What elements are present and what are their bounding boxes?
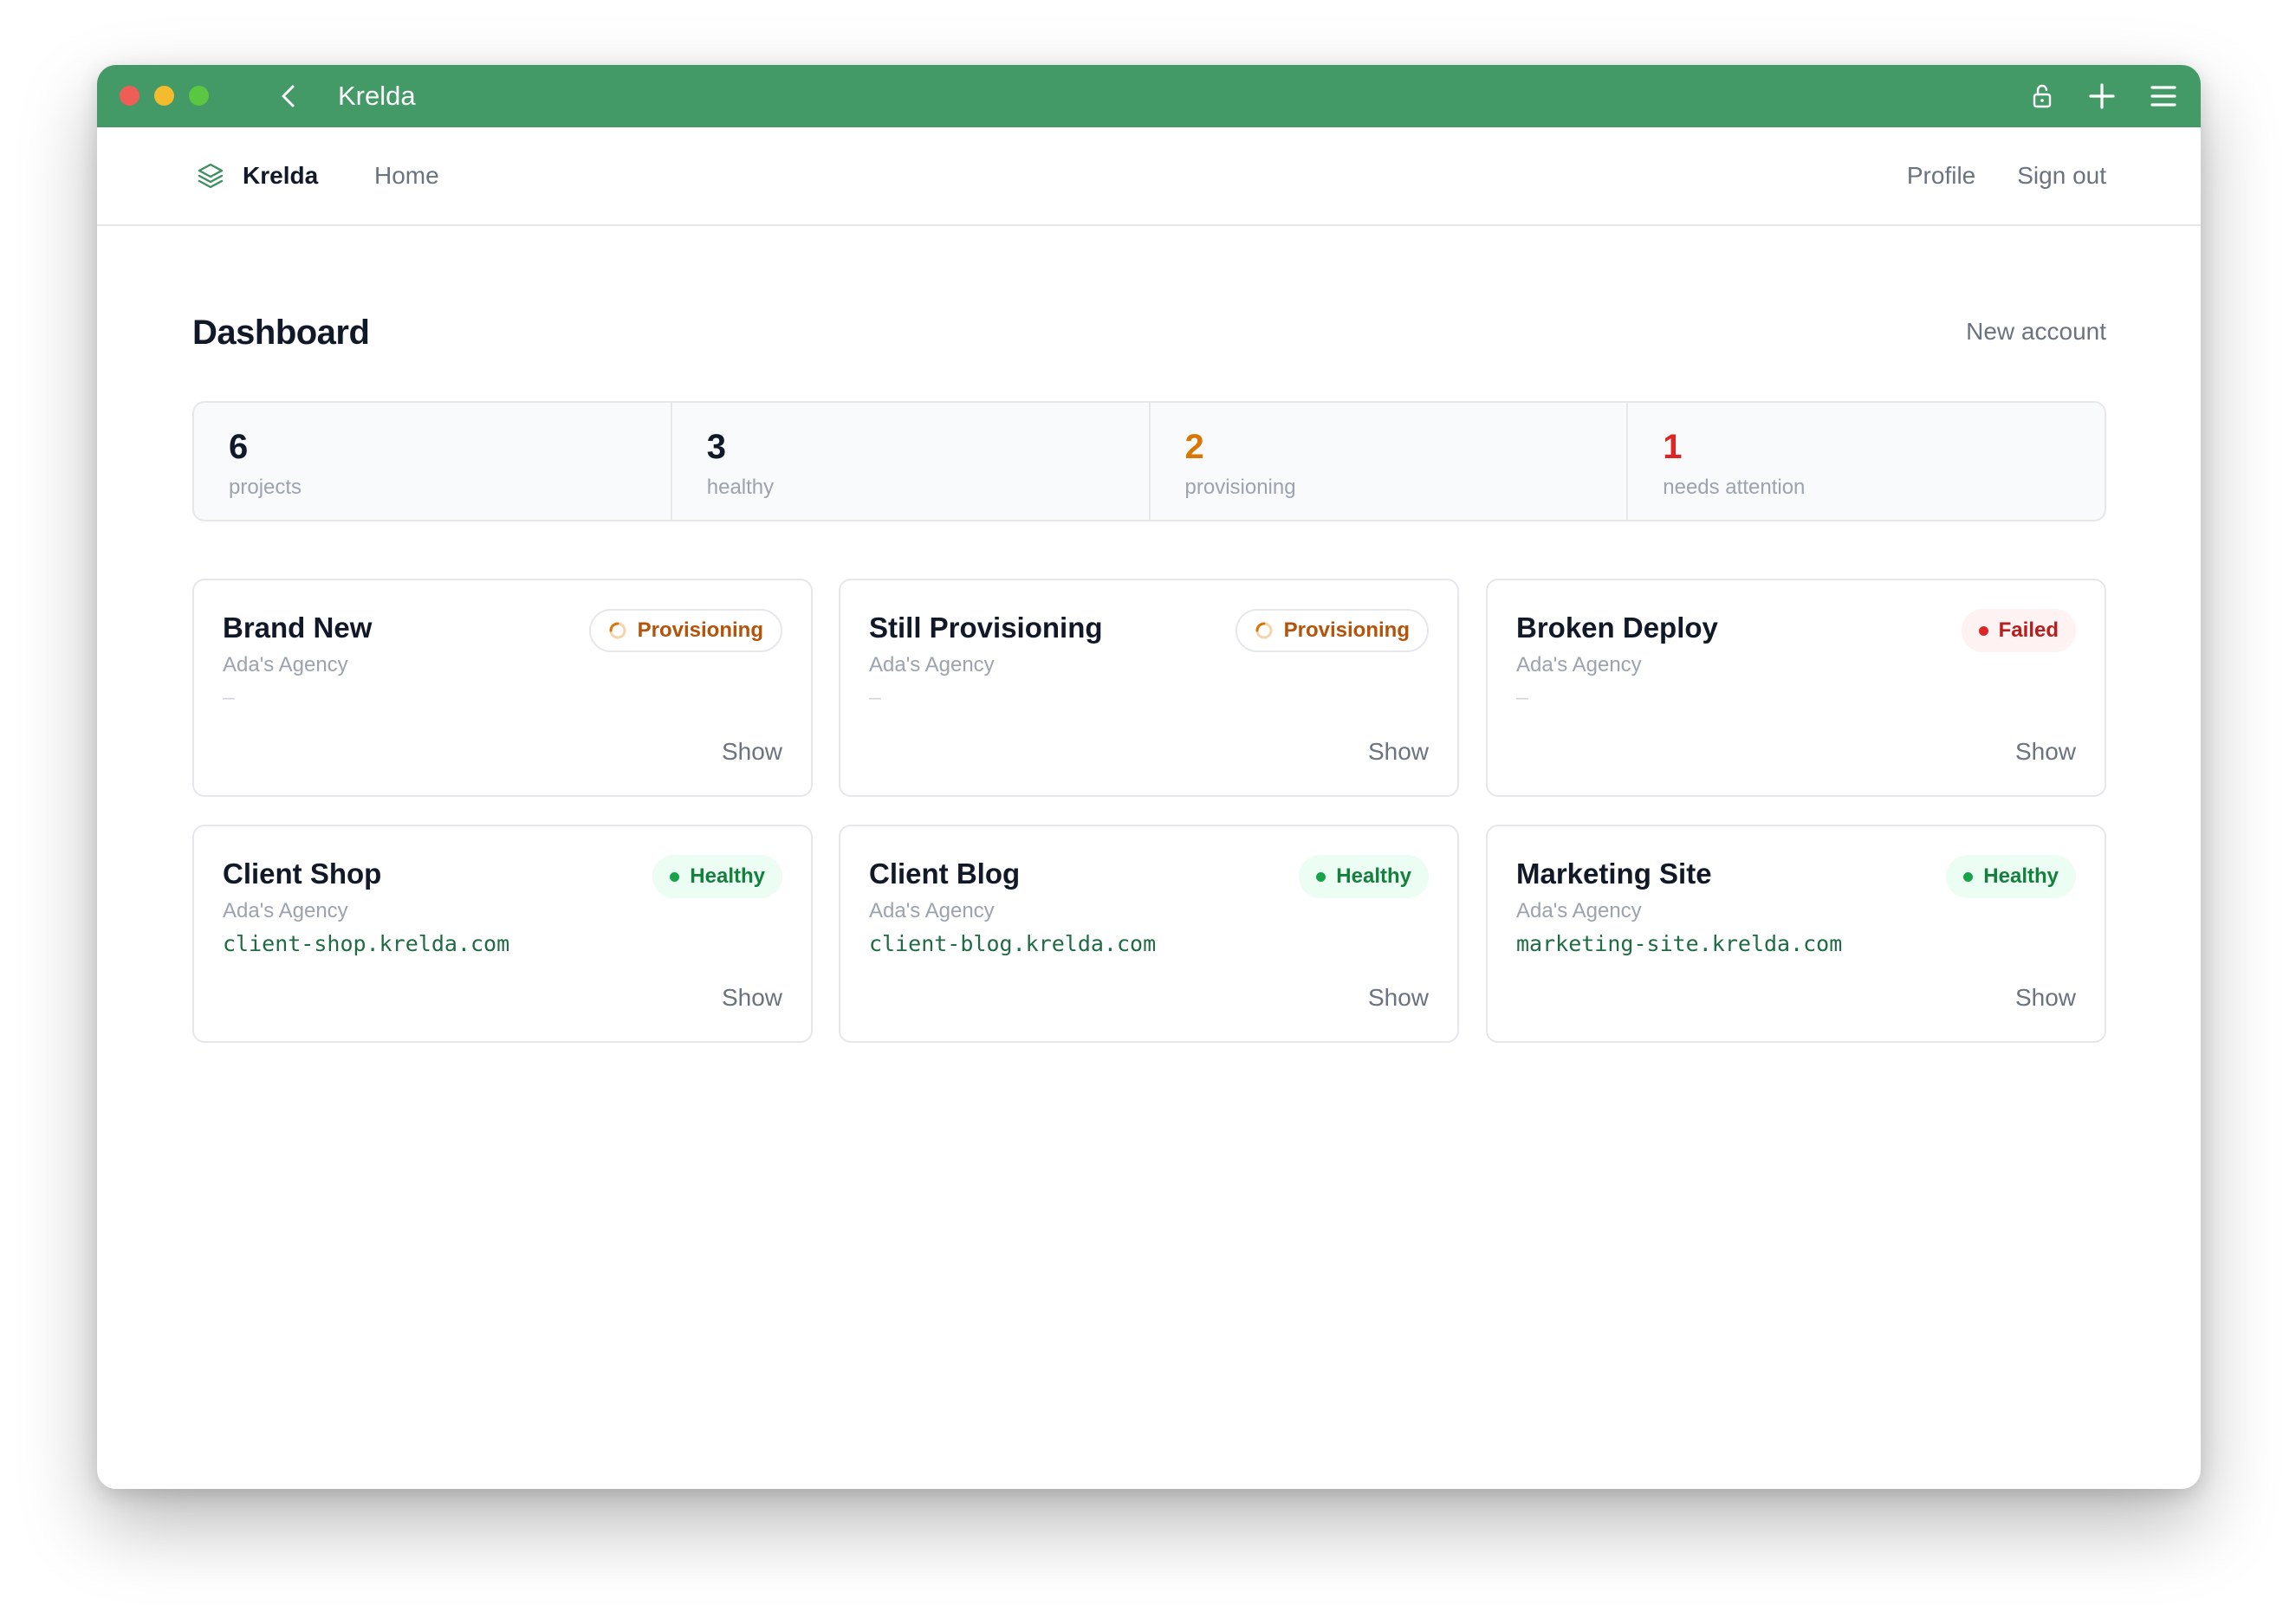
- project-name[interactable]: Brand New: [223, 612, 372, 644]
- app-window: Krelda Krelda Home Profile Sign out Dash…: [97, 65, 2201, 1489]
- project-card: Broken Deploy Failed Ada's Agency – Show: [1486, 579, 2106, 797]
- new-account-link[interactable]: New account: [1966, 318, 2106, 346]
- project-name[interactable]: Client Blog: [869, 858, 1020, 890]
- stat-label: provisioning: [1184, 476, 1296, 499]
- project-card: Still Provisioning Provisioning Ada's Ag…: [839, 579, 1459, 797]
- close-window-button[interactable]: [120, 86, 139, 106]
- show-project-link[interactable]: Show: [1368, 984, 1429, 1012]
- plus-icon[interactable]: [2088, 82, 2116, 110]
- page-title: Dashboard: [192, 314, 370, 352]
- title-bar: Krelda: [97, 65, 2201, 127]
- project-card: Client Blog Healthy Ada's Agency client-…: [839, 825, 1459, 1043]
- status-label: Healthy: [1983, 864, 2059, 888]
- status-badge: Healthy: [1946, 855, 2076, 898]
- status-dot-icon: [1978, 625, 1988, 636]
- project-host[interactable]: client-blog.krelda.com: [869, 931, 1156, 956]
- stat-label: needs attention: [1663, 476, 1806, 499]
- show-project-link[interactable]: Show: [722, 984, 782, 1012]
- zoom-window-button[interactable]: [189, 86, 209, 106]
- stat-provisioning: 2 provisioning: [1148, 403, 1627, 520]
- show-project-link[interactable]: Show: [722, 738, 782, 766]
- spinner-icon: [609, 622, 626, 639]
- project-host[interactable]: marketing-site.krelda.com: [1516, 931, 1842, 956]
- stat-value: 6: [229, 428, 249, 466]
- show-project-link[interactable]: Show: [1368, 738, 1429, 766]
- stat-value: 1: [1663, 428, 1683, 466]
- stat-value: 3: [706, 428, 726, 466]
- status-label: Provisioning: [1283, 618, 1410, 642]
- spinner-icon: [1255, 622, 1273, 639]
- minimize-window-button[interactable]: [154, 86, 174, 106]
- status-badge: Provisioning: [588, 609, 782, 652]
- project-name[interactable]: Marketing Site: [1516, 858, 1712, 890]
- stat-label: healthy: [706, 476, 775, 499]
- menu-icon[interactable]: [2150, 84, 2176, 108]
- nav-user-links: Profile Sign out: [1907, 127, 2106, 224]
- status-badge: Failed: [1961, 609, 2076, 652]
- brand-name: Krelda: [243, 162, 319, 189]
- stat-value: 2: [1184, 428, 1204, 466]
- window-title: Krelda: [338, 81, 416, 111]
- stats-summary: 6 projects 3 healthy 2 provisioning 1 ne…: [192, 401, 2106, 521]
- project-host: –: [223, 685, 235, 709]
- project-card: Client Shop Healthy Ada's Agency client-…: [192, 825, 813, 1043]
- status-label: Healthy: [690, 864, 765, 888]
- project-agency: Ada's Agency: [1516, 653, 1642, 676]
- status-badge: Provisioning: [1235, 609, 1429, 652]
- project-name[interactable]: Still Provisioning: [869, 612, 1103, 644]
- profile-link[interactable]: Profile: [1907, 162, 1975, 190]
- stat-needs-attention: 1 needs attention: [1626, 403, 2105, 520]
- project-agency: Ada's Agency: [869, 653, 995, 676]
- status-dot-icon: [670, 871, 680, 882]
- brand-link[interactable]: Krelda: [196, 127, 318, 224]
- title-bar-actions: [2031, 65, 2176, 127]
- project-card: Marketing Site Healthy Ada's Agency mark…: [1486, 825, 2106, 1043]
- show-project-link[interactable]: Show: [2015, 984, 2076, 1012]
- layers-icon: [198, 163, 224, 189]
- back-icon[interactable]: [276, 82, 303, 110]
- project-name[interactable]: Broken Deploy: [1516, 612, 1718, 644]
- lock-icon[interactable]: [2031, 83, 2053, 109]
- sign-out-link[interactable]: Sign out: [2017, 162, 2106, 190]
- project-host: –: [869, 685, 881, 709]
- nav-home-link[interactable]: Home: [374, 127, 439, 224]
- status-badge: Healthy: [652, 855, 782, 898]
- window-controls: [120, 86, 209, 106]
- show-project-link[interactable]: Show: [2015, 738, 2076, 766]
- status-dot-icon: [1963, 871, 1974, 882]
- top-navbar: Krelda Home Profile Sign out: [97, 127, 2201, 226]
- project-agency: Ada's Agency: [223, 899, 348, 922]
- status-badge: Healthy: [1299, 855, 1429, 898]
- stat-projects: 6 projects: [194, 403, 671, 520]
- project-host: –: [1516, 685, 1528, 709]
- project-agency: Ada's Agency: [1516, 899, 1642, 922]
- project-host[interactable]: client-shop.krelda.com: [223, 931, 509, 956]
- project-name[interactable]: Client Shop: [223, 858, 381, 890]
- status-label: Failed: [1998, 618, 2059, 642]
- project-card: Brand New Provisioning Ada's Agency – Sh…: [192, 579, 813, 797]
- status-dot-icon: [1316, 871, 1326, 882]
- stat-healthy: 3 healthy: [670, 403, 1149, 520]
- status-label: Healthy: [1336, 864, 1411, 888]
- project-agency: Ada's Agency: [869, 899, 995, 922]
- stat-label: projects: [229, 476, 302, 499]
- project-agency: Ada's Agency: [223, 653, 348, 676]
- status-label: Provisioning: [637, 618, 763, 642]
